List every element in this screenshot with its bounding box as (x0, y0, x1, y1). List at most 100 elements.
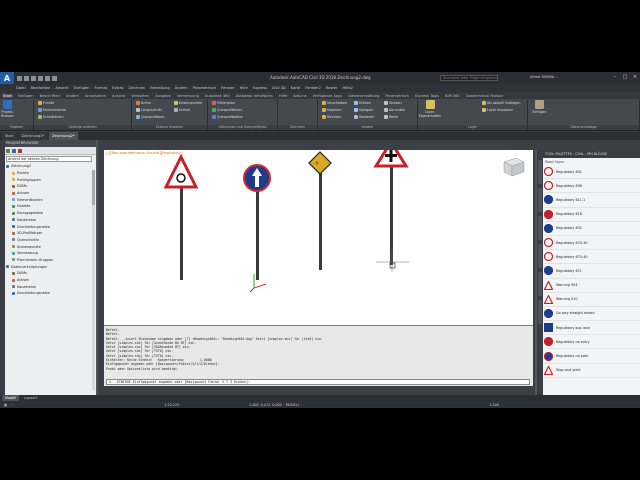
crossroads-sign[interactable] (373, 150, 409, 265)
ribbon-tab[interactable]: Parametrisch (384, 94, 410, 98)
ribbon-tab[interactable]: Express Tools (414, 94, 440, 98)
tree-node[interactable]: Zeichnung2 (6, 163, 96, 170)
document-tab[interactable]: Start (2, 132, 17, 140)
ribbon-tab[interactable]: Autodesk 360 (204, 94, 231, 98)
menu-item[interactable]: Bearbeiten (31, 86, 51, 90)
sample-lines-button[interactable]: Schnittlinien (38, 115, 64, 119)
paste-button[interactable]: Einfügen (532, 100, 547, 120)
menu-item[interactable]: Raster (326, 86, 338, 90)
menu-item[interactable]: Datei (16, 86, 26, 90)
menu-item[interactable]: Ändern (175, 86, 188, 90)
palette-item[interactable]: Regulatory 671 (544, 264, 640, 279)
mandatory-ahead-sign[interactable] (243, 164, 271, 280)
menu-item[interactable]: Hilfe (240, 86, 248, 90)
document-tab[interactable]: Zeichnung1* (18, 132, 48, 140)
copy-button[interactable]: Kopieren (322, 108, 341, 112)
palette-item[interactable]: Regulatory 611.1 (544, 193, 640, 208)
ribbon-tab[interactable]: Hilfe (278, 94, 288, 98)
ribbon-tab[interactable]: Start (2, 93, 13, 98)
tree-node[interactable]: Gebiete (6, 203, 96, 210)
ribbon-tab[interactable]: Ansicht (111, 94, 126, 98)
cross-section-button[interactable]: Querprofilplan (136, 115, 165, 119)
tree-node[interactable]: Kanalnetze (6, 283, 96, 290)
menu-item[interactable]: Einfügen (74, 86, 90, 90)
tree-node[interactable]: DGMs (6, 270, 96, 277)
palette-item[interactable]: Regulatory 670-40 (544, 250, 640, 265)
tree-node[interactable]: Datenverknüpfungen (6, 263, 96, 270)
ribbon-tab[interactable]: Analysieren (84, 94, 107, 98)
menu-item[interactable]: Bemaßung (150, 86, 169, 90)
ribbon-tab[interactable]: Verwalten (130, 94, 150, 98)
delete-icon[interactable] (18, 149, 22, 153)
scroll-thumb[interactable] (92, 170, 95, 205)
zoom-readout[interactable]: 1:200 (489, 403, 499, 407)
tree-node[interactable]: Einzugsgebiete (6, 210, 96, 217)
menu-item[interactable]: Fenster (221, 86, 234, 90)
palette-tab[interactable] (538, 160, 542, 184)
palette-tab[interactable] (538, 188, 542, 212)
palette-item[interactable]: Warning 904 (544, 279, 640, 293)
menu-item[interactable]: Parametrisch (193, 86, 217, 90)
palette-item[interactable]: Regulatory no park (544, 349, 640, 364)
menu-item[interactable]: Ansicht (55, 86, 68, 90)
print-icon[interactable] (38, 75, 43, 81)
command-window[interactable]: Befehl: Befehl: Befehl: _-insert Blockname… (104, 325, 533, 386)
menu-item[interactable]: Fenster2 (305, 86, 321, 90)
tree-node[interactable]: 3D-Profilkörper (6, 230, 96, 237)
tree-node[interactable]: Druckleitungsnetze (6, 290, 96, 297)
match-layer-button[interactable]: Layer anpassen (482, 108, 513, 112)
feature-line-button[interactable]: Elementkante (38, 108, 66, 112)
palette-tab[interactable] (538, 216, 542, 240)
ribbon-tab[interactable]: Einfügen (17, 94, 35, 98)
set-current-button[interactable]: Als aktuell festlegen (482, 101, 521, 105)
menu-item[interactable]: Format (95, 86, 108, 90)
ribbon-tab[interactable]: Add-ins (292, 94, 307, 98)
minimize-icon[interactable]: – (612, 74, 618, 80)
section-lines-button[interactable]: Querprofillinien (212, 108, 242, 112)
tree-node[interactable]: Elementkanten (6, 196, 96, 203)
ribbon-tab[interactable]: BIM 360 (444, 94, 461, 98)
model-space-toggle[interactable]: MODELL (286, 403, 300, 407)
layer-properties-button[interactable]: Layer-Eigenschaften (419, 100, 441, 120)
uneven-road-sign[interactable]: ⛗ (308, 151, 332, 270)
maximize-icon[interactable]: □ (622, 74, 628, 80)
profile-view-button[interactable]: Höhenplan (212, 101, 235, 105)
close-icon[interactable]: × (632, 74, 638, 80)
menu-item[interactable]: Zeichnen (129, 86, 146, 90)
tree-node[interactable]: Vermessung (6, 250, 96, 257)
ribbon-tab[interactable]: Autodesk InfraWorks (235, 94, 274, 98)
fillet-button[interactable]: Abrunden (384, 108, 405, 112)
undo-icon[interactable] (45, 75, 50, 81)
palette-item[interactable]: Regulatory 670-30 (544, 236, 640, 251)
drawing-canvas[interactable]: [-][Benutzerdefinierte Ansicht][Realisti… (104, 150, 533, 325)
array-button[interactable]: Reihe (384, 115, 398, 119)
mirror-button[interactable]: Spiegeln (354, 108, 373, 112)
tree-node[interactable]: Knotenpunkte (6, 243, 96, 250)
palette-item[interactable]: Regulatory 632 (544, 222, 640, 236)
stretch-button[interactable]: Strecken (322, 115, 341, 119)
tree-node[interactable]: Druckleitungsnetze (6, 223, 96, 230)
ribbon-tab[interactable]: Geotechnical Module (465, 94, 505, 98)
palette-side-tabs[interactable] (537, 158, 543, 395)
document-tab[interactable]: Zeichnung2* (49, 132, 78, 140)
trim-button[interactable]: Stutzen (384, 101, 402, 105)
profile-button[interactable]: Längsschnitt (136, 108, 162, 112)
tree-node[interactable]: DGMs (6, 183, 96, 190)
palette-item[interactable]: Regulatory bus lane (544, 321, 640, 336)
user-name[interactable]: Alfred WEBINI... (530, 75, 558, 79)
save-icon[interactable] (31, 75, 36, 81)
ribbon-tab[interactable]: Ausgabe (154, 94, 172, 98)
search-input[interactable]: Stichwort oder Frage eingeben (440, 75, 498, 81)
palette-item[interactable]: Regulatory 606 (544, 179, 640, 194)
ribbon-tab[interactable]: Ändern (65, 94, 80, 98)
filter-icon[interactable] (12, 149, 16, 153)
tree-node[interactable]: Planrahmen-Gruppen (6, 257, 96, 264)
section-views-button[interactable]: Querprofilpläne (212, 115, 243, 119)
tree-node[interactable]: Querschnitte (6, 237, 96, 244)
palette-item[interactable]: Go way straight ahead (544, 307, 640, 322)
tree-node[interactable]: Achsen (6, 277, 96, 284)
autocad-logo-icon[interactable]: A (0, 72, 14, 84)
prospector-side-tabs[interactable] (0, 140, 5, 395)
palette-item[interactable]: Stop and yield (544, 364, 640, 378)
menu-item[interactable]: Civil 3D (272, 86, 286, 90)
